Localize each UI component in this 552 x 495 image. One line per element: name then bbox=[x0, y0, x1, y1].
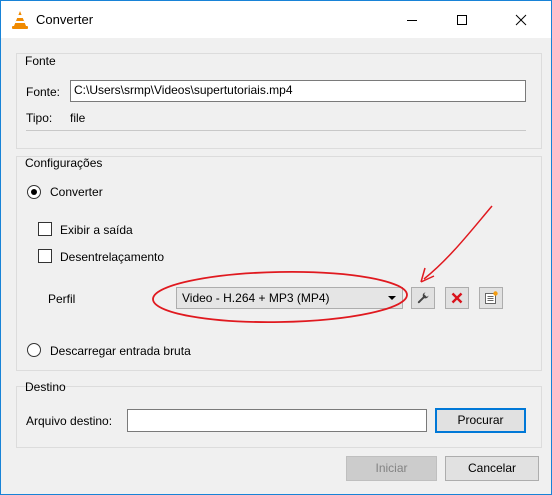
source-divider bbox=[26, 130, 526, 131]
minimize-icon bbox=[407, 19, 417, 21]
chevron-down-icon bbox=[388, 296, 396, 300]
source-group-label: Fonte bbox=[25, 54, 56, 68]
maximize-button[interactable] bbox=[439, 1, 485, 38]
title-bar[interactable]: Converter bbox=[1, 1, 551, 38]
browse-button[interactable]: Procurar bbox=[435, 408, 526, 433]
type-value: file bbox=[70, 111, 86, 125]
maximize-icon bbox=[457, 14, 467, 25]
raw-dump-label[interactable]: Descarregar entrada bruta bbox=[50, 344, 191, 358]
vlc-cone-icon bbox=[12, 11, 28, 29]
deinterlace-checkbox[interactable] bbox=[38, 249, 52, 263]
profile-label: Perfil bbox=[48, 292, 76, 306]
deinterlace-label[interactable]: Desentrelaçamento bbox=[60, 250, 164, 264]
show-output-checkbox[interactable] bbox=[38, 222, 52, 236]
convert-radio-label[interactable]: Converter bbox=[50, 185, 103, 199]
destination-group-label: Destino bbox=[25, 380, 66, 394]
destination-file-label: Arquivo destino: bbox=[26, 414, 113, 428]
type-label: Tipo: bbox=[26, 111, 53, 125]
window-title: Converter bbox=[36, 12, 94, 27]
source-path-field[interactable]: C:\Users\srmp\Videos\supertutoriais.mp4 bbox=[70, 80, 526, 102]
raw-dump-radio[interactable] bbox=[27, 343, 41, 357]
cancel-button[interactable]: Cancelar bbox=[445, 456, 539, 481]
close-button[interactable] bbox=[498, 1, 544, 38]
edit-profile-button[interactable] bbox=[411, 287, 435, 309]
destination-file-field[interactable] bbox=[127, 409, 427, 432]
red-x-icon bbox=[451, 292, 463, 304]
settings-group-label: Configurações bbox=[25, 156, 103, 170]
profile-dropdown[interactable]: Video - H.264 + MP3 (MP4) bbox=[176, 287, 403, 309]
show-output-label[interactable]: Exibir a saída bbox=[60, 223, 133, 237]
profile-dropdown-value: Video - H.264 + MP3 (MP4) bbox=[182, 291, 330, 305]
new-profile-button[interactable] bbox=[479, 287, 503, 309]
list-new-icon bbox=[485, 291, 498, 304]
delete-profile-button[interactable] bbox=[445, 287, 469, 309]
converter-window: Converter Fonte Fonte: C:\Users\srmp\Vid… bbox=[0, 0, 552, 495]
radio-selected-dot bbox=[31, 189, 37, 195]
source-field-label: Fonte: bbox=[26, 85, 61, 99]
convert-radio[interactable] bbox=[27, 185, 41, 199]
wrench-icon bbox=[417, 292, 429, 304]
minimize-button[interactable] bbox=[389, 1, 435, 38]
close-icon bbox=[515, 14, 527, 25]
start-button[interactable]: Iniciar bbox=[346, 456, 437, 481]
